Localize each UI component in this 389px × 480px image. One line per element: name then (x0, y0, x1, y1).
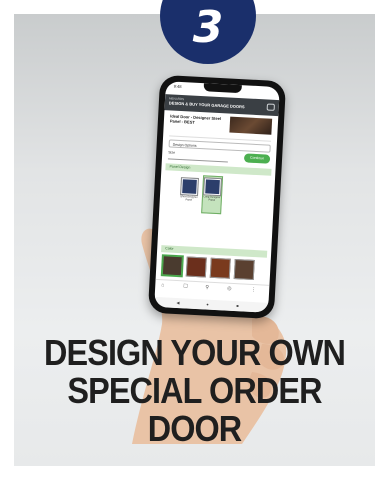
system-nav-bar: ◀ ● ■ (154, 296, 269, 313)
headline: DESIGN YOUR OWN SPECIAL ORDER DOOR (19, 334, 369, 448)
phone-notch (203, 83, 242, 94)
bookmark-icon[interactable]: ☐ (183, 283, 188, 289)
headline-line-3: DOOR (147, 408, 242, 449)
step-number: 3 (192, 2, 224, 53)
home-icon[interactable]: ⌂ (161, 282, 164, 288)
product-title: Ideal Door - Designer Steel Panel - BEST (169, 113, 222, 125)
size-field[interactable]: Size (167, 150, 229, 163)
headline-line-1: DESIGN YOUR OWN (44, 332, 346, 373)
product-image (229, 116, 273, 135)
status-time: 9:48 (173, 83, 182, 89)
color-swatch[interactable] (209, 257, 231, 279)
color-swatch[interactable] (161, 255, 183, 277)
menu-icon[interactable]: ⋮ (251, 287, 256, 293)
square-icon[interactable]: ■ (236, 303, 239, 308)
headline-line-2: SPECIAL ORDER (67, 370, 322, 411)
hamburger-menu-icon[interactable] (266, 103, 275, 111)
door-thumbnail (181, 178, 198, 195)
search-icon[interactable]: ⚲ (205, 285, 209, 291)
panel-option-short[interactable]: Short Designer Panel (179, 176, 199, 213)
cart-icon[interactable]: ◎ (227, 286, 232, 292)
back-icon[interactable]: ◀ (176, 300, 179, 305)
home-circle-icon[interactable]: ● (206, 302, 209, 307)
smartphone: 9:48 MENARDS DESIGN & BUY YOUR GARAGE DO… (147, 74, 287, 320)
phone-screen: 9:48 MENARDS DESIGN & BUY YOUR GARAGE DO… (154, 81, 280, 313)
section-panel-design[interactable]: Panel Design (165, 163, 272, 176)
color-swatch[interactable] (185, 256, 207, 278)
color-swatch[interactable] (233, 259, 255, 281)
step-badge: 3 (160, 0, 256, 64)
door-thumbnail (204, 178, 221, 196)
app-header: MENARDS DESIGN & BUY YOUR GARAGE DOORS (164, 94, 280, 117)
panel-option-label: Short Designer Panel (180, 195, 198, 202)
browser-toolbar: ⌂ ☐ ⚲ ◎ ⋮ (155, 278, 270, 296)
continue-button[interactable]: Continue (243, 153, 271, 164)
panel-option-label: Long Designer Panel (203, 195, 221, 202)
panel-option-long[interactable]: Long Designer Panel (201, 175, 224, 215)
